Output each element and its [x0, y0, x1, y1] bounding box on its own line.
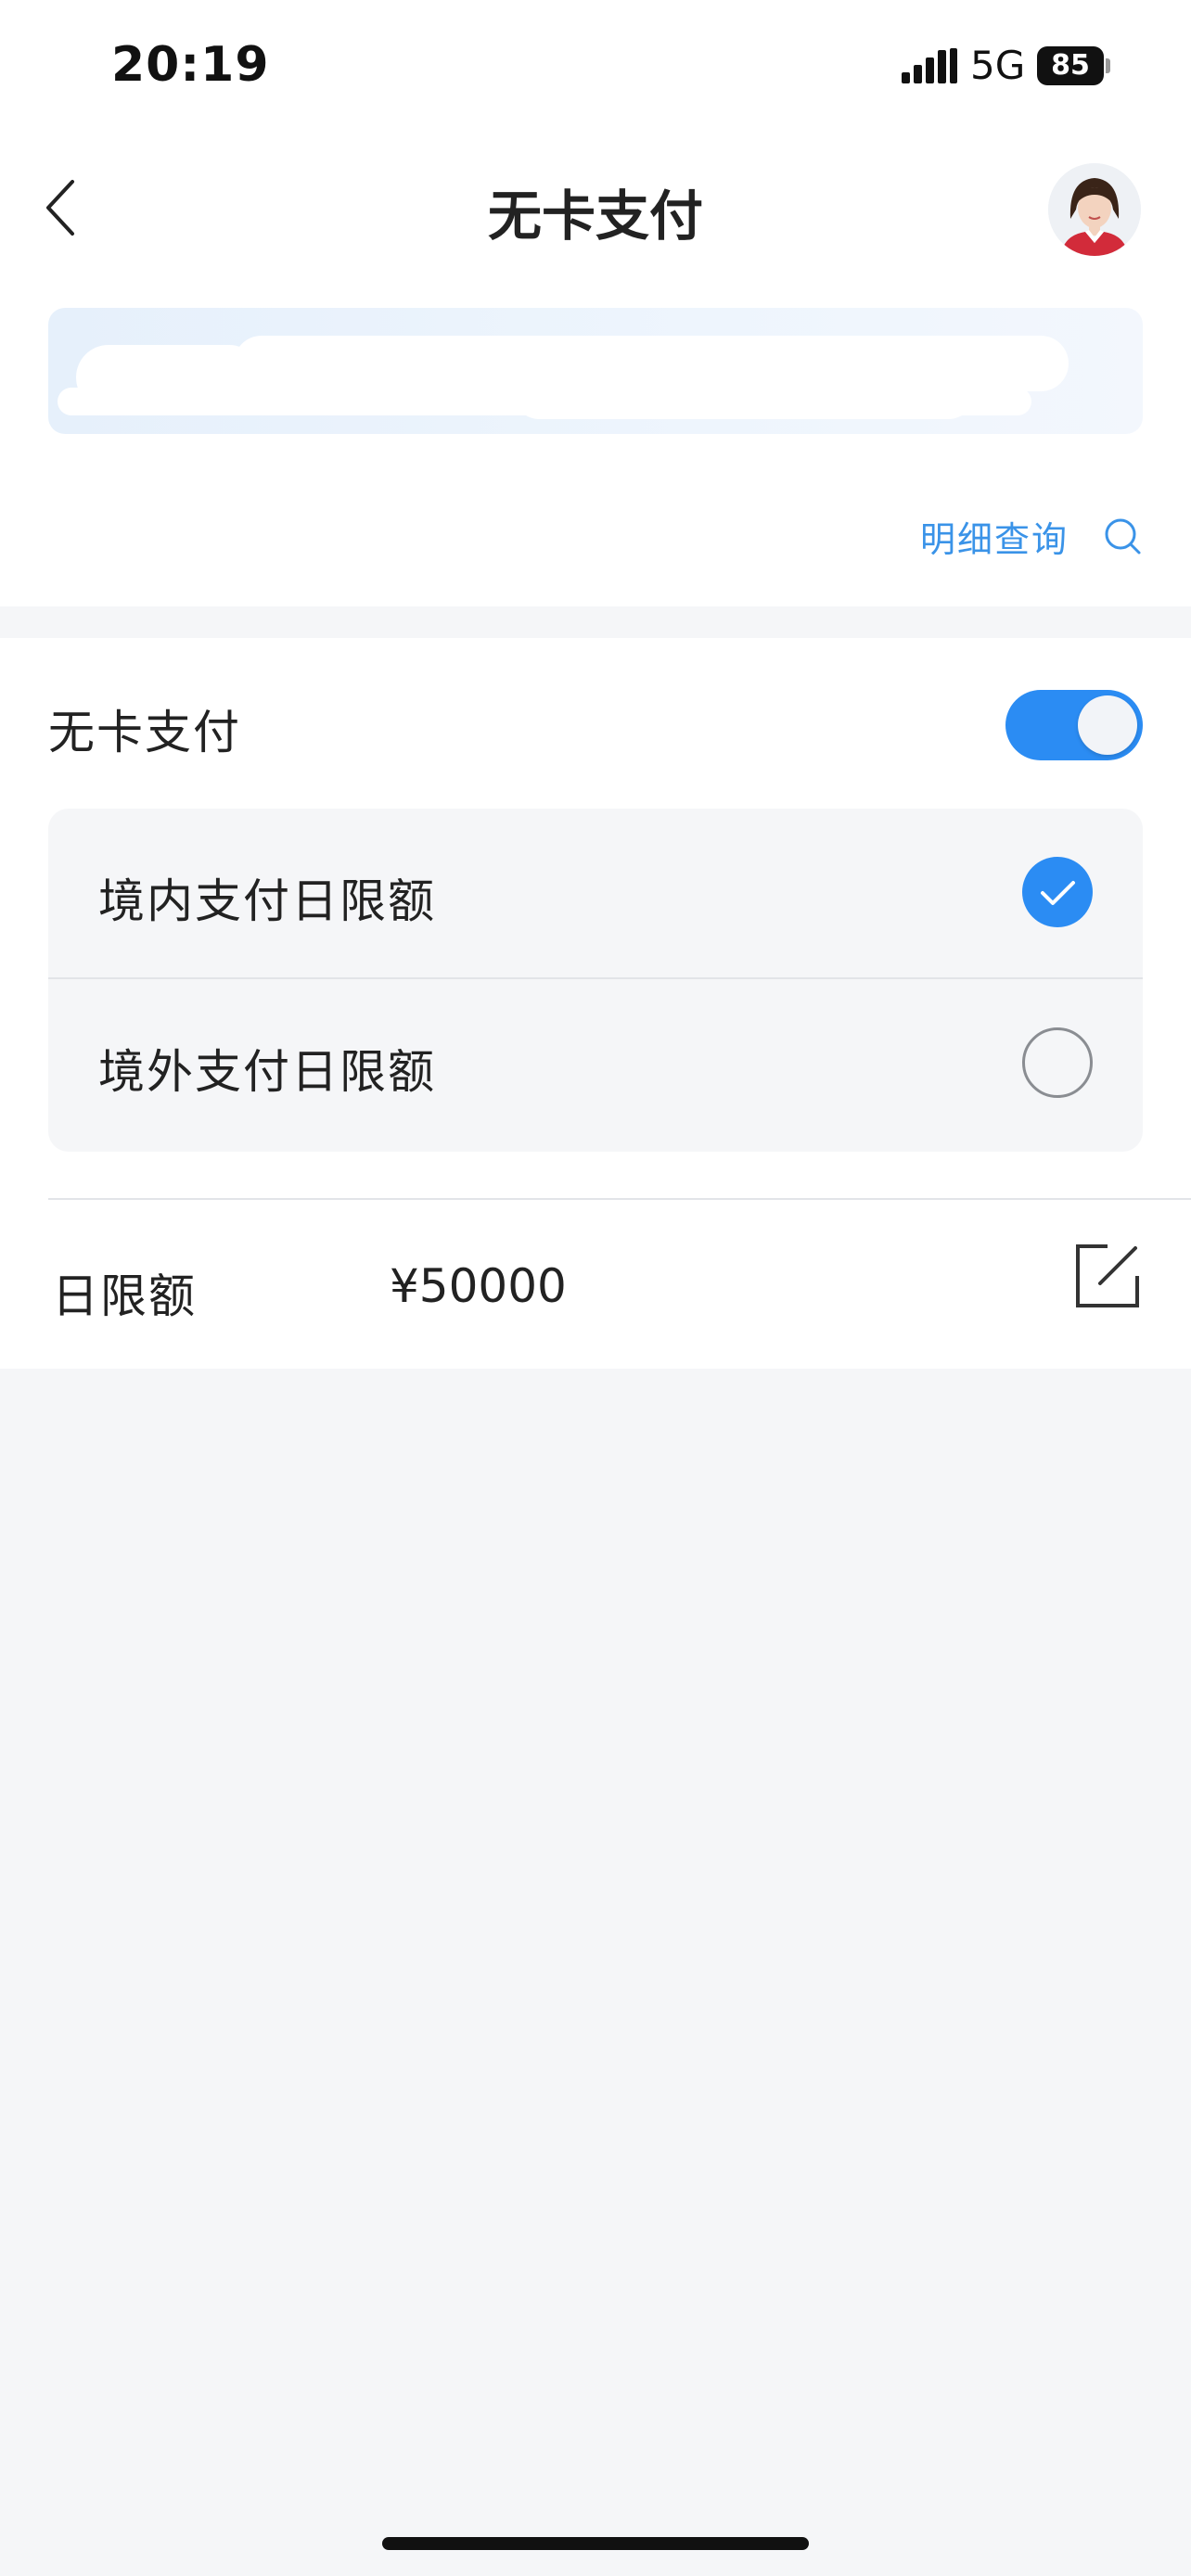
option-label: 境内支付日限额 [98, 874, 436, 928]
battery-cap [1106, 58, 1110, 73]
option-overseas-limit[interactable]: 境外支付日限额 [48, 979, 1143, 1150]
option-label: 境外支付日限额 [98, 1045, 436, 1099]
radio-checked-icon[interactable] [1022, 857, 1093, 927]
cardless-pay-toggle[interactable] [1005, 690, 1143, 760]
account-card [48, 308, 1143, 434]
signal-icon [902, 48, 957, 83]
cardless-pay-toggle-row: 无卡支付 [48, 638, 1143, 810]
nav-bar: 无卡支付 [0, 130, 1191, 297]
checkmark-icon [1041, 881, 1075, 905]
header-area: 明细查询 [0, 297, 1191, 606]
search-icon [1105, 518, 1141, 555]
home-indicator[interactable] [382, 2537, 809, 2550]
cardless-pay-label: 无卡支付 [48, 706, 241, 759]
battery-icon: 85 [1037, 46, 1110, 85]
daily-limit-label: 日限额 [52, 1269, 197, 1323]
status-bar: 20:19 5G 85 [0, 0, 1191, 130]
option-domestic-limit[interactable]: 境内支付日限额 [48, 809, 1143, 979]
page: 20:19 5G 85 无卡支付 明细查询 无卡支付 境内支付日限额 境外支付日… [0, 0, 1191, 2576]
toggle-knob [1078, 695, 1137, 755]
page-title: 无卡支付 [487, 185, 703, 248]
detail-query-label: 明细查询 [919, 518, 1069, 560]
avatar-image [1048, 163, 1141, 256]
network-label: 5G [970, 43, 1026, 88]
daily-limit-value: ¥50000 [390, 1259, 567, 1313]
status-time: 20:19 [111, 37, 270, 93]
edit-icon[interactable] [1072, 1241, 1143, 1311]
avatar[interactable] [1048, 163, 1141, 256]
battery-level: 85 [1051, 49, 1090, 82]
radio-unchecked-icon[interactable] [1022, 1027, 1093, 1098]
settings-panel: 无卡支付 境内支付日限额 境外支付日限额 日限额 ¥50000 [0, 638, 1191, 1369]
daily-limit-row: 日限额 ¥50000 [0, 1200, 1191, 1369]
detail-query-link[interactable]: 明细查询 [920, 510, 1143, 562]
limit-type-options: 境内支付日限额 境外支付日限额 [48, 809, 1143, 1152]
